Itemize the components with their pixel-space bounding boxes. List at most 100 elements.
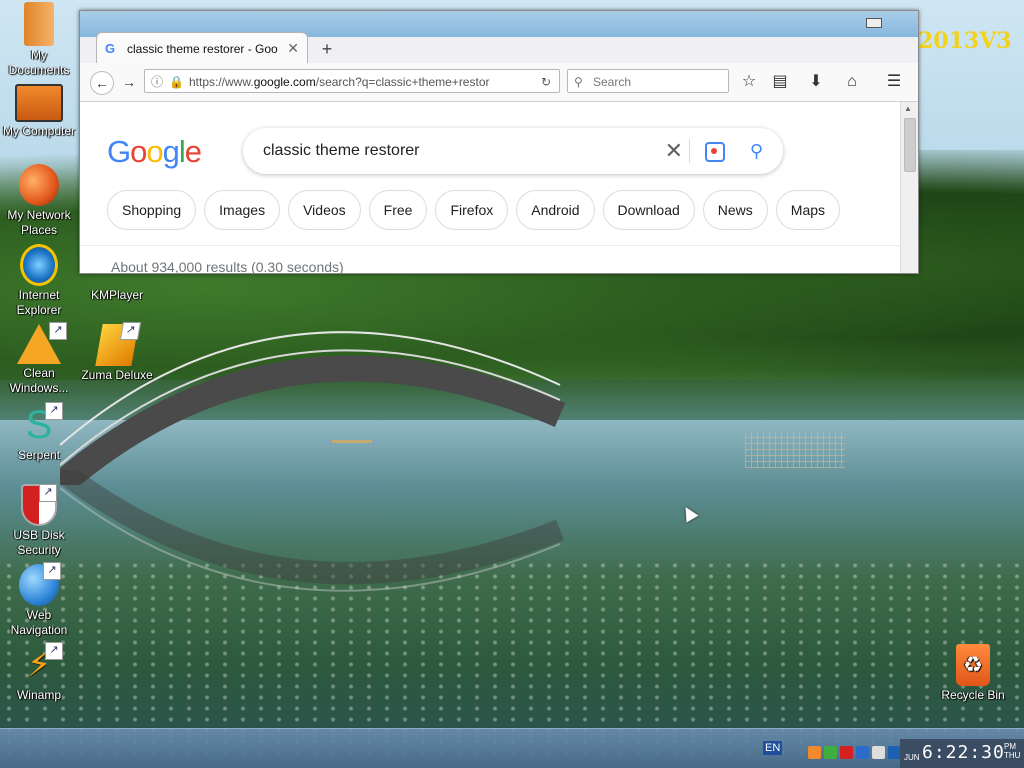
google-search-query[interactable]: classic theme restorer bbox=[263, 128, 420, 174]
scrollbar-thumb[interactable] bbox=[904, 118, 916, 172]
home-icon[interactable]: ⌂ bbox=[840, 70, 864, 94]
folder-icon bbox=[24, 2, 54, 46]
results-divider bbox=[80, 245, 900, 246]
wallpaper-corner-text: 2013V3 bbox=[918, 28, 1012, 54]
zuma-icon: ↗ bbox=[95, 322, 142, 366]
navigation-toolbar: ← → ⓘ 🔒 https://www.google.com/search?q=… bbox=[80, 63, 918, 102]
page-content: Google classic theme restorer ✕ ⚲ Shoppi… bbox=[80, 102, 900, 273]
desktop-icon-label: Zuma Deluxe bbox=[81, 368, 153, 382]
chip-videos[interactable]: Videos bbox=[288, 190, 361, 230]
search-separator bbox=[689, 139, 690, 163]
search-icon: ⚲ bbox=[574, 75, 583, 89]
clear-icon[interactable]: ✕ bbox=[665, 128, 683, 174]
shortcut-arrow-icon: ↗ bbox=[119, 322, 142, 340]
desktop-icon-winamp[interactable]: ⚡ ↗ Winamp bbox=[0, 642, 78, 703]
shortcut-arrow-icon: ↗ bbox=[39, 484, 57, 502]
search-bar[interactable]: ⚲ Search bbox=[567, 69, 729, 93]
computer-icon bbox=[15, 84, 63, 122]
chip-download[interactable]: Download bbox=[602, 190, 695, 230]
shield-icon: ↗ bbox=[21, 484, 57, 526]
google-search-box[interactable]: classic theme restorer ✕ ⚲ bbox=[243, 128, 783, 174]
recycle-bin-icon: ♻ bbox=[956, 644, 990, 686]
chip-firefox[interactable]: Firefox bbox=[435, 190, 509, 230]
clean-windows-icon: ↗ bbox=[17, 322, 67, 364]
chip-images[interactable]: Images bbox=[204, 190, 281, 230]
desktop-icon-serpent[interactable]: S ↗ Serpent bbox=[0, 402, 78, 463]
chip-shopping[interactable]: Shopping bbox=[107, 190, 197, 230]
tab-title: classic theme restorer - Goo bbox=[127, 41, 278, 56]
browser-window[interactable]: G classic theme restorer - Goo ✕ + ← → ⓘ… bbox=[79, 10, 919, 274]
desktop-icon-web-navigation[interactable]: ↗ Web Navigation bbox=[0, 562, 78, 638]
chip-android[interactable]: Android bbox=[516, 190, 595, 230]
desktop-icon-usb-disk-security[interactable]: ↗ USB Disk Security bbox=[0, 484, 78, 558]
clock-month: JUN bbox=[904, 753, 920, 762]
close-tab-icon[interactable]: ✕ bbox=[287, 40, 299, 57]
google-lens-icon[interactable] bbox=[705, 142, 725, 162]
shortcut-arrow-icon: ↗ bbox=[45, 402, 63, 420]
google-logo[interactable]: Google bbox=[107, 134, 202, 170]
bookmarks-menu-icon[interactable]: ▤ bbox=[768, 70, 792, 94]
search-filter-chips: Shopping Images Videos Free Firefox Andr… bbox=[107, 190, 841, 230]
minimize-button[interactable] bbox=[866, 18, 882, 28]
downloads-icon[interactable]: ⬇ bbox=[804, 70, 828, 94]
tray-shield-icon[interactable] bbox=[840, 745, 853, 759]
wallpaper-bridge-reflection bbox=[60, 470, 565, 592]
tray-app-icon[interactable] bbox=[808, 745, 821, 759]
winamp-icon: ⚡ ↗ bbox=[17, 642, 63, 686]
shortcut-arrow-icon: ↗ bbox=[45, 642, 63, 660]
desktop-icon-label: My Network Places bbox=[7, 208, 71, 237]
desktop-icon-my-computer[interactable]: My Computer bbox=[0, 84, 78, 139]
scroll-up-icon[interactable]: ▲ bbox=[904, 104, 912, 113]
internet-explorer-icon bbox=[20, 244, 58, 286]
google-favicon-icon: G bbox=[105, 40, 116, 56]
taskbar-clock[interactable]: JUN 6:22:30 PM THU bbox=[900, 739, 1024, 768]
desktop-icon-label: My Documents bbox=[8, 48, 70, 77]
system-tray bbox=[808, 738, 901, 766]
forward-button[interactable]: → bbox=[118, 71, 140, 93]
network-icon bbox=[19, 164, 59, 206]
chip-free[interactable]: Free bbox=[368, 190, 428, 230]
tab-strip: G classic theme restorer - Goo ✕ + bbox=[96, 30, 338, 64]
tray-display-icon[interactable] bbox=[856, 745, 869, 759]
clock-day: PM THU bbox=[1004, 742, 1021, 760]
desktop-icon-label: USB Disk Security bbox=[13, 528, 65, 557]
hamburger-menu-icon[interactable]: ☰ bbox=[882, 70, 906, 94]
lock-icon: 🔒 bbox=[169, 75, 184, 89]
tray-volume-icon[interactable] bbox=[872, 745, 885, 759]
desktop-icon-clean-windows[interactable]: ↗ Clean Windows... bbox=[0, 322, 78, 396]
desktop-icon-my-network-places[interactable]: My Network Places bbox=[0, 164, 78, 238]
desktop-icon-label: Web Navigation bbox=[10, 608, 68, 637]
back-button[interactable]: ← bbox=[90, 71, 114, 95]
clock-time: 6:22:30 bbox=[922, 742, 1005, 763]
desktop-icon-label: My Computer bbox=[2, 124, 76, 138]
bookmark-star-icon[interactable]: ☆ bbox=[737, 70, 761, 94]
search-icon[interactable]: ⚲ bbox=[750, 128, 763, 174]
shortcut-arrow-icon: ↗ bbox=[49, 322, 67, 340]
desktop-icon-label: KMPlayer bbox=[90, 288, 143, 302]
shortcut-arrow-icon: ↗ bbox=[43, 562, 61, 580]
info-icon[interactable]: ⓘ bbox=[151, 70, 163, 94]
results-count: About 934,000 results (0.30 seconds) bbox=[111, 259, 344, 274]
desktop-icon-label: Internet Explorer bbox=[16, 288, 62, 317]
vertical-scrollbar[interactable]: ▲ bbox=[900, 102, 918, 273]
browser-tab[interactable]: G classic theme restorer - Goo ✕ bbox=[96, 32, 308, 64]
search-placeholder: Search bbox=[593, 75, 632, 89]
desktop-icon-label: Recycle Bin bbox=[941, 688, 1005, 702]
reload-icon[interactable]: ↻ bbox=[541, 70, 551, 94]
url-bar[interactable]: ⓘ 🔒 https://www.google.com/search?q=clas… bbox=[144, 69, 560, 93]
chip-maps[interactable]: Maps bbox=[775, 190, 841, 230]
desktop-icon-recycle-bin[interactable]: ♻ Recycle Bin bbox=[934, 644, 1012, 703]
desktop-icon-internet-explorer[interactable]: Internet Explorer bbox=[0, 244, 78, 318]
desktop-icon-label: Serpent bbox=[17, 448, 61, 462]
chip-news[interactable]: News bbox=[702, 190, 768, 230]
new-tab-button[interactable]: + bbox=[316, 38, 338, 60]
language-indicator[interactable]: EN bbox=[763, 741, 783, 755]
desktop-icon-label: Clean Windows... bbox=[9, 366, 69, 395]
wallpaper-boat bbox=[332, 430, 372, 443]
url-text: https://www.google.com/search?q=classic+… bbox=[189, 75, 490, 89]
globe-icon: ↗ bbox=[19, 562, 61, 606]
desktop-icon-my-documents[interactable]: My Documents bbox=[0, 2, 78, 78]
desktop-icon-label: Winamp bbox=[16, 688, 61, 702]
tray-network-icon[interactable] bbox=[824, 745, 837, 759]
desktop-icon-zuma-deluxe[interactable]: ↗ Zuma Deluxe bbox=[78, 322, 156, 383]
